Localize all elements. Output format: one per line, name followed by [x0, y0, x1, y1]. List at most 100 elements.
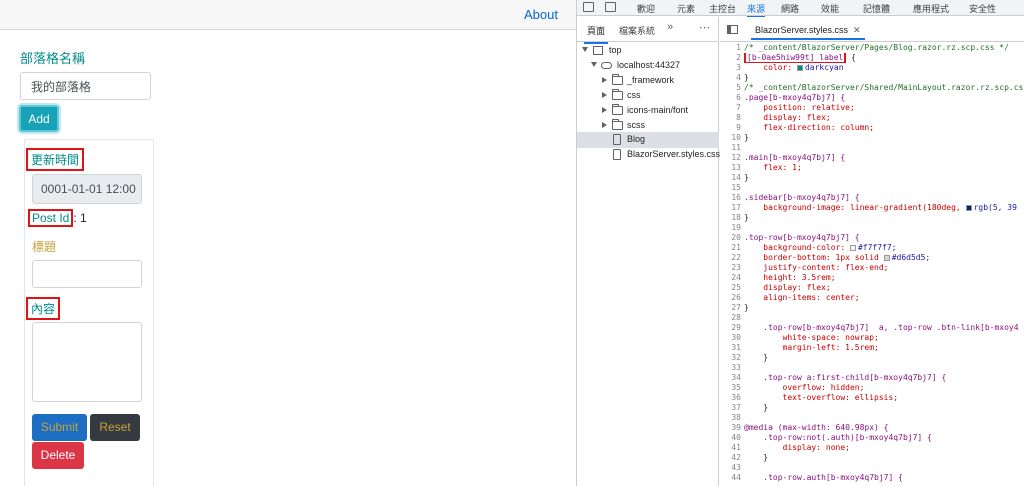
line-number[interactable]: 29 — [720, 323, 744, 333]
tab-memory[interactable]: 記憶體 — [863, 2, 890, 15]
line-number[interactable]: 33 — [720, 363, 744, 373]
line-number[interactable]: 15 — [720, 183, 744, 193]
line-number[interactable]: 6 — [720, 93, 744, 103]
collapse-arrow-icon[interactable] — [602, 92, 607, 98]
code-text: } — [744, 173, 749, 182]
add-button[interactable]: Add — [19, 105, 59, 132]
about-link[interactable]: About — [524, 7, 558, 22]
line-number[interactable]: 13 — [720, 163, 744, 173]
line-number[interactable]: 23 — [720, 263, 744, 273]
tab-network[interactable]: 網路 — [781, 2, 799, 15]
line-number[interactable]: 4 — [720, 73, 744, 83]
tree-item-css[interactable]: css — [577, 88, 719, 104]
tab-elements[interactable]: 元素 — [677, 2, 695, 15]
code-line: 21 background-color: #f7f7f7; — [720, 243, 1024, 253]
color-swatch-icon[interactable] — [796, 64, 803, 71]
tab-performance[interactable]: 效能 — [821, 2, 839, 15]
devtools-panel: 歡迎 元素 主控台 來源 網路 效能 記憶體 應用程式 安全性 頁面 檔案系統 … — [576, 0, 1024, 486]
tab-sources[interactable]: 來源 — [747, 2, 766, 18]
expand-arrow-icon[interactable] — [591, 62, 597, 67]
line-number[interactable]: 25 — [720, 283, 744, 293]
tree-item-styles-css[interactable]: BlazorServer.styles.css — [577, 147, 720, 163]
line-number[interactable]: 8 — [720, 113, 744, 123]
code-line: 30 white-space: nowrap; — [720, 333, 1024, 343]
line-number[interactable]: 43 — [720, 463, 744, 473]
editor-file-tab[interactable]: BlazorServer.styles.css ✕ — [751, 21, 865, 40]
line-number[interactable]: 37 — [720, 403, 744, 413]
line-number[interactable]: 18 — [720, 213, 744, 223]
line-number[interactable]: 9 — [720, 123, 744, 133]
tree-item-localhost[interactable]: localhost:44327 — [577, 58, 719, 74]
color-swatch-icon[interactable] — [965, 204, 972, 211]
line-number[interactable]: 39 — [720, 423, 744, 433]
line-number[interactable]: 11 — [720, 143, 744, 153]
line-number[interactable]: 3 — [720, 63, 744, 73]
code-line: 35 overflow: hidden; — [720, 383, 1024, 393]
line-number[interactable]: 21 — [720, 243, 744, 253]
tab-welcome[interactable]: 歡迎 — [637, 2, 655, 15]
line-number[interactable]: 30 — [720, 333, 744, 343]
line-number[interactable]: 44 — [720, 473, 744, 483]
tab-security[interactable]: 安全性 — [969, 2, 996, 15]
submit-button[interactable]: Submit — [32, 414, 87, 441]
tree-item-top[interactable]: top — [577, 43, 719, 59]
code-text: .page[b-mxoy4q7bj7] { — [744, 93, 846, 102]
line-number[interactable]: 10 — [720, 133, 744, 143]
line-number[interactable]: 28 — [720, 313, 744, 323]
color-swatch-icon[interactable] — [849, 244, 856, 251]
code-text: text-overflow: ellipsis; — [744, 393, 899, 402]
line-number[interactable]: 35 — [720, 383, 744, 393]
line-number[interactable]: 5 — [720, 83, 744, 93]
code-text: display: flex; — [744, 113, 831, 122]
line-number[interactable]: 27 — [720, 303, 744, 313]
collapse-arrow-icon[interactable] — [602, 77, 607, 83]
blog-name-input[interactable] — [20, 72, 151, 100]
toggle-navigator-icon[interactable] — [727, 25, 738, 34]
reset-button[interactable]: Reset — [90, 414, 140, 441]
line-number[interactable]: 17 — [720, 203, 744, 213]
line-number[interactable]: 40 — [720, 433, 744, 443]
device-toolbar-icon[interactable] — [605, 2, 616, 12]
line-number[interactable]: 20 — [720, 233, 744, 243]
tab-console[interactable]: 主控台 — [709, 2, 736, 15]
updated-time-field[interactable]: 0001-01-01 12:00 — [32, 174, 142, 204]
tree-item-icons-main-font[interactable]: icons-main/font — [577, 103, 719, 119]
code-line: 16 .sidebar[b-mxoy4q7bj7] { — [720, 193, 1024, 203]
line-number[interactable]: 32 — [720, 353, 744, 363]
collapse-arrow-icon[interactable] — [602, 107, 607, 113]
tab-filesystem[interactable]: 檔案系統 — [619, 24, 655, 37]
line-number[interactable]: 36 — [720, 393, 744, 403]
tab-application[interactable]: 應用程式 — [913, 2, 949, 15]
tree-item-blog[interactable]: Blog — [577, 132, 719, 148]
collapse-arrow-icon[interactable] — [602, 122, 607, 128]
tab-page[interactable]: 頁面 — [583, 24, 609, 44]
line-number[interactable]: 38 — [720, 413, 744, 423]
line-number[interactable]: 16 — [720, 193, 744, 203]
code-line: 1/* _content/BlazorServer/Pages/Blog.raz… — [720, 43, 1024, 53]
tree-item-framework[interactable]: _framework — [577, 73, 719, 89]
line-number[interactable]: 34 — [720, 373, 744, 383]
line-number[interactable]: 41 — [720, 443, 744, 453]
code-view[interactable]: 1/* _content/BlazorServer/Pages/Blog.raz… — [720, 43, 1024, 486]
color-swatch-icon[interactable] — [883, 254, 890, 261]
line-number[interactable]: 26 — [720, 293, 744, 303]
delete-button[interactable]: Delete — [32, 442, 84, 469]
line-number[interactable]: 2 — [720, 53, 744, 63]
line-number[interactable]: 12 — [720, 153, 744, 163]
line-number[interactable]: 14 — [720, 173, 744, 183]
line-number[interactable]: 22 — [720, 253, 744, 263]
title-input[interactable] — [32, 260, 142, 288]
line-number[interactable]: 31 — [720, 343, 744, 353]
line-number[interactable]: 24 — [720, 273, 744, 283]
content-textarea[interactable] — [32, 322, 142, 402]
line-number[interactable]: 7 — [720, 103, 744, 113]
close-icon[interactable]: ✕ — [853, 25, 861, 35]
line-number[interactable]: 19 — [720, 223, 744, 233]
more-tabs-icon[interactable]: » — [667, 21, 673, 33]
code-text: /* _content/BlazorServer/Shared/MainLayo… — [744, 83, 1024, 92]
line-number[interactable]: 1 — [720, 43, 744, 53]
inspect-icon[interactable] — [583, 2, 594, 12]
expand-arrow-icon[interactable] — [582, 47, 588, 52]
more-options-icon[interactable]: ⋯ — [699, 21, 710, 34]
line-number[interactable]: 42 — [720, 453, 744, 463]
